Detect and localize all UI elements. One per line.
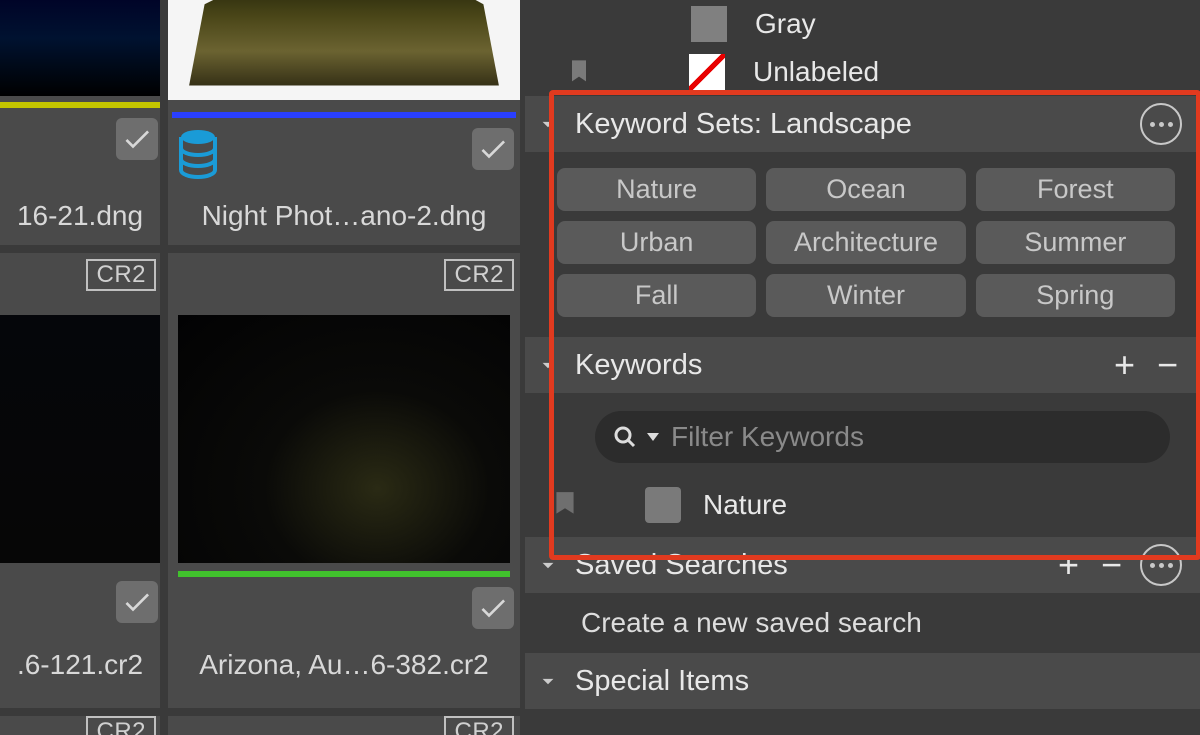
checked-badge[interactable] (472, 587, 514, 629)
remove-keyword-button[interactable]: − (1153, 347, 1182, 383)
keyword-chip[interactable]: Summer (976, 221, 1175, 264)
remove-saved-search-button[interactable]: − (1097, 547, 1126, 583)
thumbnail-cell[interactable]: 16-21.dng (0, 0, 160, 245)
section-keywords-header[interactable]: Keywords + − (525, 337, 1200, 393)
thumbnail-cell[interactable]: CR2 (0, 716, 160, 735)
section-special-items-header[interactable]: Special Items (525, 653, 1200, 709)
add-saved-search-button[interactable]: + (1054, 547, 1083, 583)
color-label-bar (0, 102, 160, 108)
format-badge: CR2 (86, 259, 156, 291)
keyword-chip[interactable]: Winter (766, 274, 965, 317)
label-name: Gray (755, 8, 816, 40)
check-icon (121, 123, 153, 155)
section-keyword-sets-header[interactable]: Keyword Sets: Landscape (525, 96, 1200, 152)
thumbnail-image[interactable] (0, 315, 160, 563)
chevron-down-icon (535, 668, 561, 694)
keyword-chip[interactable]: Urban (557, 221, 756, 264)
catalog-icon (178, 128, 218, 180)
thumbnail-image[interactable] (0, 0, 160, 96)
format-badge: CR2 (444, 259, 514, 291)
thumbnail-image[interactable] (178, 315, 510, 563)
check-icon (477, 133, 509, 165)
keyword-row[interactable]: Nature (525, 471, 1200, 537)
keyword-chip[interactable]: Ocean (766, 168, 965, 211)
chevron-down-icon (535, 352, 561, 378)
chevron-down-icon (535, 111, 561, 137)
format-badge: CR2 (86, 716, 156, 735)
thumbnail-filename: .6-121.cr2 (0, 649, 160, 681)
thumbnail-cell[interactable]: CR2 Arizona, Au…6-382.cr2 (168, 253, 520, 708)
keyword-filter[interactable] (595, 411, 1170, 463)
search-icon (613, 425, 637, 449)
search-options-caret-icon[interactable] (647, 433, 659, 441)
more-menu-button[interactable] (1140, 544, 1182, 586)
color-swatch (691, 6, 727, 42)
thumbnail-cell[interactable]: CR2 (168, 716, 520, 735)
thumbnail-cell[interactable]: CR2 .6-121.cr2 (0, 253, 160, 708)
keyword-chip[interactable]: Spring (976, 274, 1175, 317)
keyword-set-chips: Nature Ocean Forest Urban Architecture S… (525, 152, 1200, 337)
add-keyword-button[interactable]: + (1110, 347, 1139, 383)
thumbnail-filename: Arizona, Au…6-382.cr2 (168, 649, 520, 681)
keyword-chip[interactable]: Nature (557, 168, 756, 211)
checked-badge[interactable] (116, 581, 158, 623)
tag-icon (565, 56, 593, 88)
keyword-chip[interactable]: Fall (557, 274, 756, 317)
color-swatch-none (689, 54, 725, 90)
saved-search-placeholder[interactable]: Create a new saved search (525, 593, 1200, 653)
thumbnail-cell[interactable]: Night Phot…ano-2.dng (168, 0, 520, 245)
check-icon (477, 592, 509, 624)
format-badge: CR2 (444, 716, 514, 735)
section-title: Keyword Sets: Landscape (575, 108, 1126, 141)
thumbnail-image[interactable] (168, 0, 520, 100)
more-menu-button[interactable] (1140, 103, 1182, 145)
section-title: Special Items (575, 665, 1182, 698)
chevron-down-icon (535, 552, 561, 578)
thumbnail-filename: Night Phot…ano-2.dng (168, 200, 520, 232)
checked-badge[interactable] (116, 118, 158, 160)
keyword-checkbox[interactable] (645, 487, 681, 523)
section-saved-searches-header[interactable]: Saved Searches + − (525, 537, 1200, 593)
label-name: Unlabeled (753, 56, 879, 88)
color-label-bar (178, 571, 510, 577)
check-icon (121, 586, 153, 618)
label-item-unlabeled[interactable]: Unlabeled (525, 48, 1200, 96)
keyword-filter-input[interactable] (669, 420, 1152, 454)
label-item-gray[interactable]: Gray (525, 0, 1200, 48)
keyword-chip[interactable]: Architecture (766, 221, 965, 264)
section-title: Keywords (575, 349, 1096, 382)
checked-badge[interactable] (472, 128, 514, 170)
section-title: Saved Searches (575, 549, 1040, 582)
color-label-bar (172, 112, 516, 118)
tag-icon (551, 490, 579, 520)
thumbnail-filename: 16-21.dng (0, 200, 160, 232)
keyword-chip[interactable]: Forest (976, 168, 1175, 211)
inspector-panel: Gray Unlabeled Keyword Sets: Landscape N… (525, 0, 1200, 735)
keyword-name: Nature (703, 489, 787, 521)
thumbnail-grid: 16-21.dng Night Phot…ano-2.dng CR2 (0, 0, 525, 735)
